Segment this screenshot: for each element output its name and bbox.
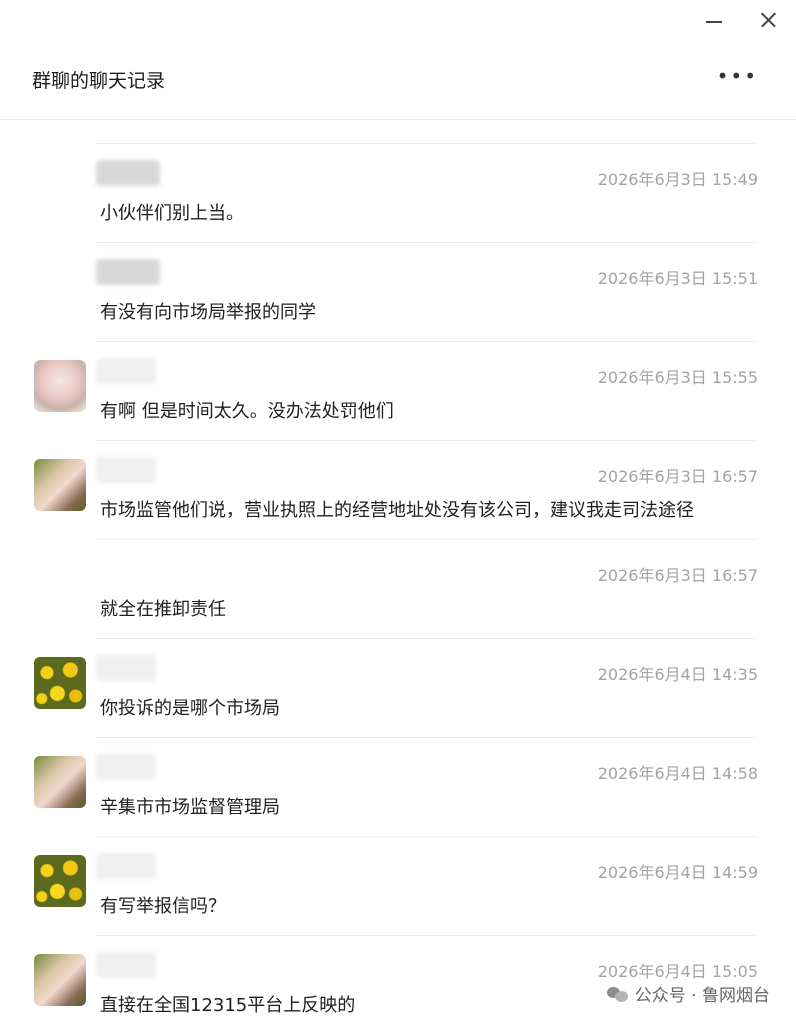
blurred-sender-name — [96, 259, 160, 285]
more-options-button[interactable]: ••• — [717, 64, 758, 88]
message-time: 2026年6月4日 14:35 — [597, 665, 758, 684]
message-text: 有没有向市场局举报的同学 — [100, 302, 316, 323]
blurred-sender-name — [96, 160, 160, 186]
blurred-sender-name — [96, 853, 156, 879]
message-time: 2026年6月4日 14:59 — [597, 863, 758, 882]
message-item[interactable]: 2026年6月3日 15:55 有啊 但是时间太久。没办法处罚他们 — [34, 341, 758, 440]
window-title: 群聊的聊天记录 — [32, 70, 166, 92]
message-time: 2026年6月4日 15:05 — [597, 962, 758, 981]
girl-photo-avatar[interactable] — [34, 954, 86, 1006]
message-text: 你投诉的是哪个市场局 — [100, 698, 280, 719]
watermark: 公众号 · 鲁网烟台 — [606, 981, 770, 1006]
message-text: 有啊 但是时间太久。没办法处罚他们 — [100, 401, 394, 422]
blurred-sender-name — [96, 655, 156, 681]
window-controls — [704, 10, 778, 30]
message-time: 2026年6月3日 15:49 — [597, 170, 758, 189]
wechat-icon — [606, 985, 629, 1003]
minimize-icon — [706, 21, 722, 23]
message-time: 2026年6月3日 16:57 — [597, 467, 758, 486]
blurred-sender-name — [96, 457, 156, 483]
message-item[interactable]: 2026年6月3日 15:49 小伙伴们别上当。 — [96, 143, 758, 242]
girl-photo-avatar[interactable] — [34, 756, 86, 808]
flowers-avatar[interactable] — [34, 855, 86, 907]
message-item[interactable]: 2026年6月4日 14:59 有写举报信吗？ — [34, 836, 758, 935]
message-text: 辛集市市场监督管理局 — [100, 797, 280, 818]
message-time: 2026年6月3日 16:57 — [597, 566, 758, 585]
blurred-sender-name — [96, 952, 156, 978]
message-text: 小伙伴们别上当。 — [100, 203, 244, 224]
message-item[interactable]: 2026年6月4日 14:35 你投诉的是哪个市场局 — [34, 638, 758, 737]
blurred-sender-name — [96, 358, 156, 384]
message-time: 2026年6月3日 15:55 — [597, 368, 758, 387]
flowers-avatar[interactable] — [34, 657, 86, 709]
minimize-button[interactable] — [704, 10, 724, 30]
message-item[interactable]: 2026年6月4日 15:05 直接在全国12315平台上反映的 — [34, 935, 758, 1024]
message-text: 有写举报信吗？ — [100, 896, 226, 917]
message-text: 直接在全国12315平台上反映的 — [100, 995, 356, 1016]
message-list[interactable]: 2026年6月3日 15:49 小伙伴们别上当。 2026年6月3日 15:51… — [0, 143, 796, 1024]
girl-photo-avatar[interactable] — [34, 459, 86, 511]
chat-history-header: 群聊的聊天记录 ••• — [0, 0, 796, 120]
message-time: 2026年6月3日 15:51 — [597, 269, 758, 288]
message-item[interactable]: 2026年6月4日 14:58 辛集市市场监督管理局 — [34, 737, 758, 836]
message-item[interactable]: 2026年6月3日 16:57 市场监管他们说，营业执照上的经营地址处没有该公司… — [34, 440, 758, 539]
message-text: 就全在推卸责任 — [100, 599, 226, 620]
message-item[interactable]: 2026年6月3日 15:51 有没有向市场局举报的同学 — [96, 242, 758, 341]
watermark-text: 公众号 · 鲁网烟台 — [634, 986, 770, 1006]
message-text: 市场监管他们说，营业执照上的经营地址处没有该公司，建议我走司法途径 — [100, 500, 694, 521]
close-button[interactable] — [758, 10, 778, 30]
blurred-sender-name — [96, 754, 156, 780]
message-time: 2026年6月4日 14:58 — [597, 764, 758, 783]
message-item[interactable]: 2026年6月3日 16:57 就全在推卸责任 — [96, 539, 758, 638]
girl-sketch-avatar[interactable] — [34, 360, 86, 412]
